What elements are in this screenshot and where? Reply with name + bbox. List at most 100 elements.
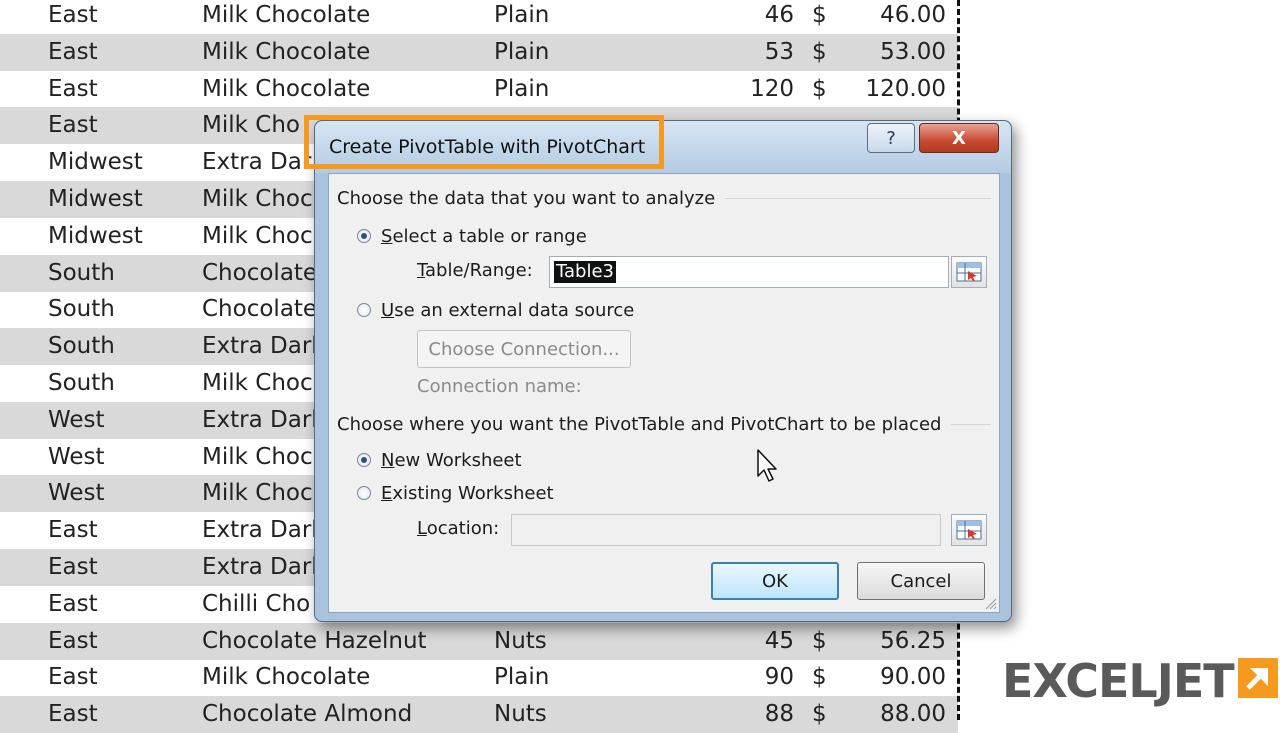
cell-product[interactable]: Milk Choc (202, 439, 313, 476)
cell-quantity[interactable]: 45 (765, 623, 794, 660)
cell-region[interactable]: East (48, 107, 98, 144)
radio-external-source-label: Use an external data source (381, 299, 635, 321)
radio-button-checked[interactable] (357, 229, 371, 243)
cell-currency[interactable]: $ (812, 623, 827, 660)
cell-amount[interactable]: 56.25 (880, 623, 946, 660)
table-row[interactable]: East Milk Chocolate Plain 46 $46.00 (0, 0, 958, 34)
cell-product[interactable]: Milk Choc (202, 218, 313, 255)
cell-quantity[interactable]: 46 (765, 0, 794, 34)
cell-region[interactable]: East (48, 623, 98, 660)
cell-type[interactable]: Nuts (494, 696, 547, 733)
cell-region[interactable]: South (48, 291, 115, 328)
cell-product[interactable]: Chilli Cho (202, 586, 310, 623)
radio-select-table-label: Select a table or range (381, 225, 587, 247)
cell-region[interactable]: South (48, 365, 115, 402)
table-range-input[interactable]: Table3 (549, 256, 949, 288)
dialog-title-bar[interactable]: Create PivotTable with PivotChart ? X (304, 115, 1011, 173)
cell-amount[interactable]: 120.00 (866, 71, 946, 108)
cell-currency[interactable]: $ (812, 0, 827, 34)
cell-region[interactable]: Midwest (48, 144, 143, 181)
ok-button[interactable]: OK (711, 562, 839, 600)
cell-product[interactable]: Extra Dark (202, 328, 325, 365)
radio-button-unchecked[interactable] (357, 303, 371, 317)
table-row[interactable]: East Milk Chocolate Plain 90 $90.00 (0, 659, 958, 696)
radio-button-unchecked[interactable] (357, 486, 371, 500)
cell-region[interactable]: East (48, 586, 98, 623)
cell-region[interactable]: East (48, 659, 98, 696)
cancel-button-label: Cancel (890, 570, 952, 592)
cell-product[interactable]: Extra Dark (202, 402, 325, 439)
cell-product[interactable]: Milk Chocolate (202, 34, 370, 71)
cell-region[interactable]: East (48, 0, 98, 34)
location-input[interactable] (511, 514, 941, 546)
cell-quantity[interactable]: 90 (765, 659, 794, 696)
cell-product[interactable]: Milk Choc (202, 475, 313, 512)
cell-currency[interactable]: $ (812, 659, 827, 696)
cell-currency[interactable]: $ (812, 34, 827, 71)
cell-region[interactable]: South (48, 328, 115, 365)
help-icon: ? (886, 127, 896, 149)
ok-button-label: OK (762, 570, 788, 592)
cell-product[interactable]: Milk Cho (202, 107, 300, 144)
help-button[interactable]: ? (867, 123, 915, 153)
close-button[interactable]: X (919, 123, 999, 153)
cell-type[interactable]: Plain (494, 0, 549, 34)
cell-type[interactable]: Plain (494, 71, 549, 108)
logo-check-icon (1237, 658, 1278, 698)
table-row[interactable]: East Chocolate Almond Nuts 88 $88.00 (0, 696, 958, 733)
cell-region[interactable]: West (48, 475, 105, 512)
cell-amount[interactable]: 90.00 (880, 659, 946, 696)
radio-button-checked[interactable] (357, 453, 371, 467)
radio-external-source[interactable]: Use an external data source (357, 298, 634, 322)
cell-product[interactable]: Milk Chocolate (202, 659, 370, 696)
location-collapse-button[interactable] (951, 514, 987, 546)
table-row[interactable]: East Milk Chocolate Plain 120 $120.00 (0, 71, 958, 108)
choose-connection-label: Choose Connection... (428, 338, 620, 360)
resize-grip-icon[interactable] (983, 596, 997, 610)
cell-product[interactable]: Chocolate (202, 291, 317, 328)
cell-region[interactable]: East (48, 549, 98, 586)
cell-product[interactable]: Extra Dar (202, 144, 311, 181)
cell-product[interactable]: Milk Choc (202, 181, 313, 218)
cell-quantity[interactable]: 88 (765, 696, 794, 733)
cell-currency[interactable]: $ (812, 696, 827, 733)
cell-quantity[interactable]: 120 (750, 71, 794, 108)
cell-product[interactable]: Extra Dark (202, 512, 325, 549)
cell-amount[interactable]: 46.00 (880, 0, 946, 34)
cell-type[interactable]: Plain (494, 34, 549, 71)
cell-region[interactable]: East (48, 696, 98, 733)
cancel-button[interactable]: Cancel (857, 562, 985, 600)
cell-region[interactable]: West (48, 439, 105, 476)
cell-region[interactable]: Midwest (48, 181, 143, 218)
collapse-dialog-button[interactable] (951, 256, 987, 288)
cell-region[interactable]: East (48, 34, 98, 71)
table-row[interactable]: East Chocolate Hazelnut Nuts 45 $56.25 (0, 622, 958, 660)
cell-quantity[interactable]: 53 (765, 34, 794, 71)
radio-new-worksheet[interactable]: New Worksheet (357, 448, 522, 472)
cell-region[interactable]: West (48, 402, 105, 439)
choose-connection-button[interactable]: Choose Connection... (417, 330, 631, 368)
radio-existing-worksheet-label: Existing Worksheet (381, 482, 554, 504)
cell-amount[interactable]: 53.00 (880, 34, 946, 71)
cell-region[interactable]: Midwest (48, 218, 143, 255)
cell-product[interactable]: Milk Chocolate (202, 0, 370, 34)
radio-select-table[interactable]: Select a table or range (357, 224, 587, 248)
cell-product[interactable]: Chocolate Almond (202, 696, 412, 733)
cell-product[interactable]: Chocolate Hazelnut (202, 623, 427, 660)
cell-product[interactable]: Chocolate (202, 255, 317, 292)
cell-currency[interactable]: $ (812, 71, 827, 108)
cell-type[interactable]: Nuts (494, 623, 547, 660)
title-highlight-box (304, 115, 664, 169)
cell-product[interactable]: Milk Choc (202, 365, 313, 402)
connection-name-label: Connection name: (417, 376, 582, 397)
cell-product[interactable]: Milk Chocolate (202, 71, 370, 108)
cell-region[interactable]: South (48, 255, 115, 292)
exceljet-logo: EXCELJET (1002, 654, 1278, 708)
cell-product[interactable]: Extra Dark (202, 549, 325, 586)
radio-existing-worksheet[interactable]: Existing Worksheet (357, 481, 554, 505)
cell-region[interactable]: East (48, 71, 98, 108)
cell-region[interactable]: East (48, 512, 98, 549)
cell-amount[interactable]: 88.00 (880, 696, 946, 733)
table-row[interactable]: East Milk Chocolate Plain 53 $53.00 (0, 33, 958, 71)
cell-type[interactable]: Plain (494, 659, 549, 696)
